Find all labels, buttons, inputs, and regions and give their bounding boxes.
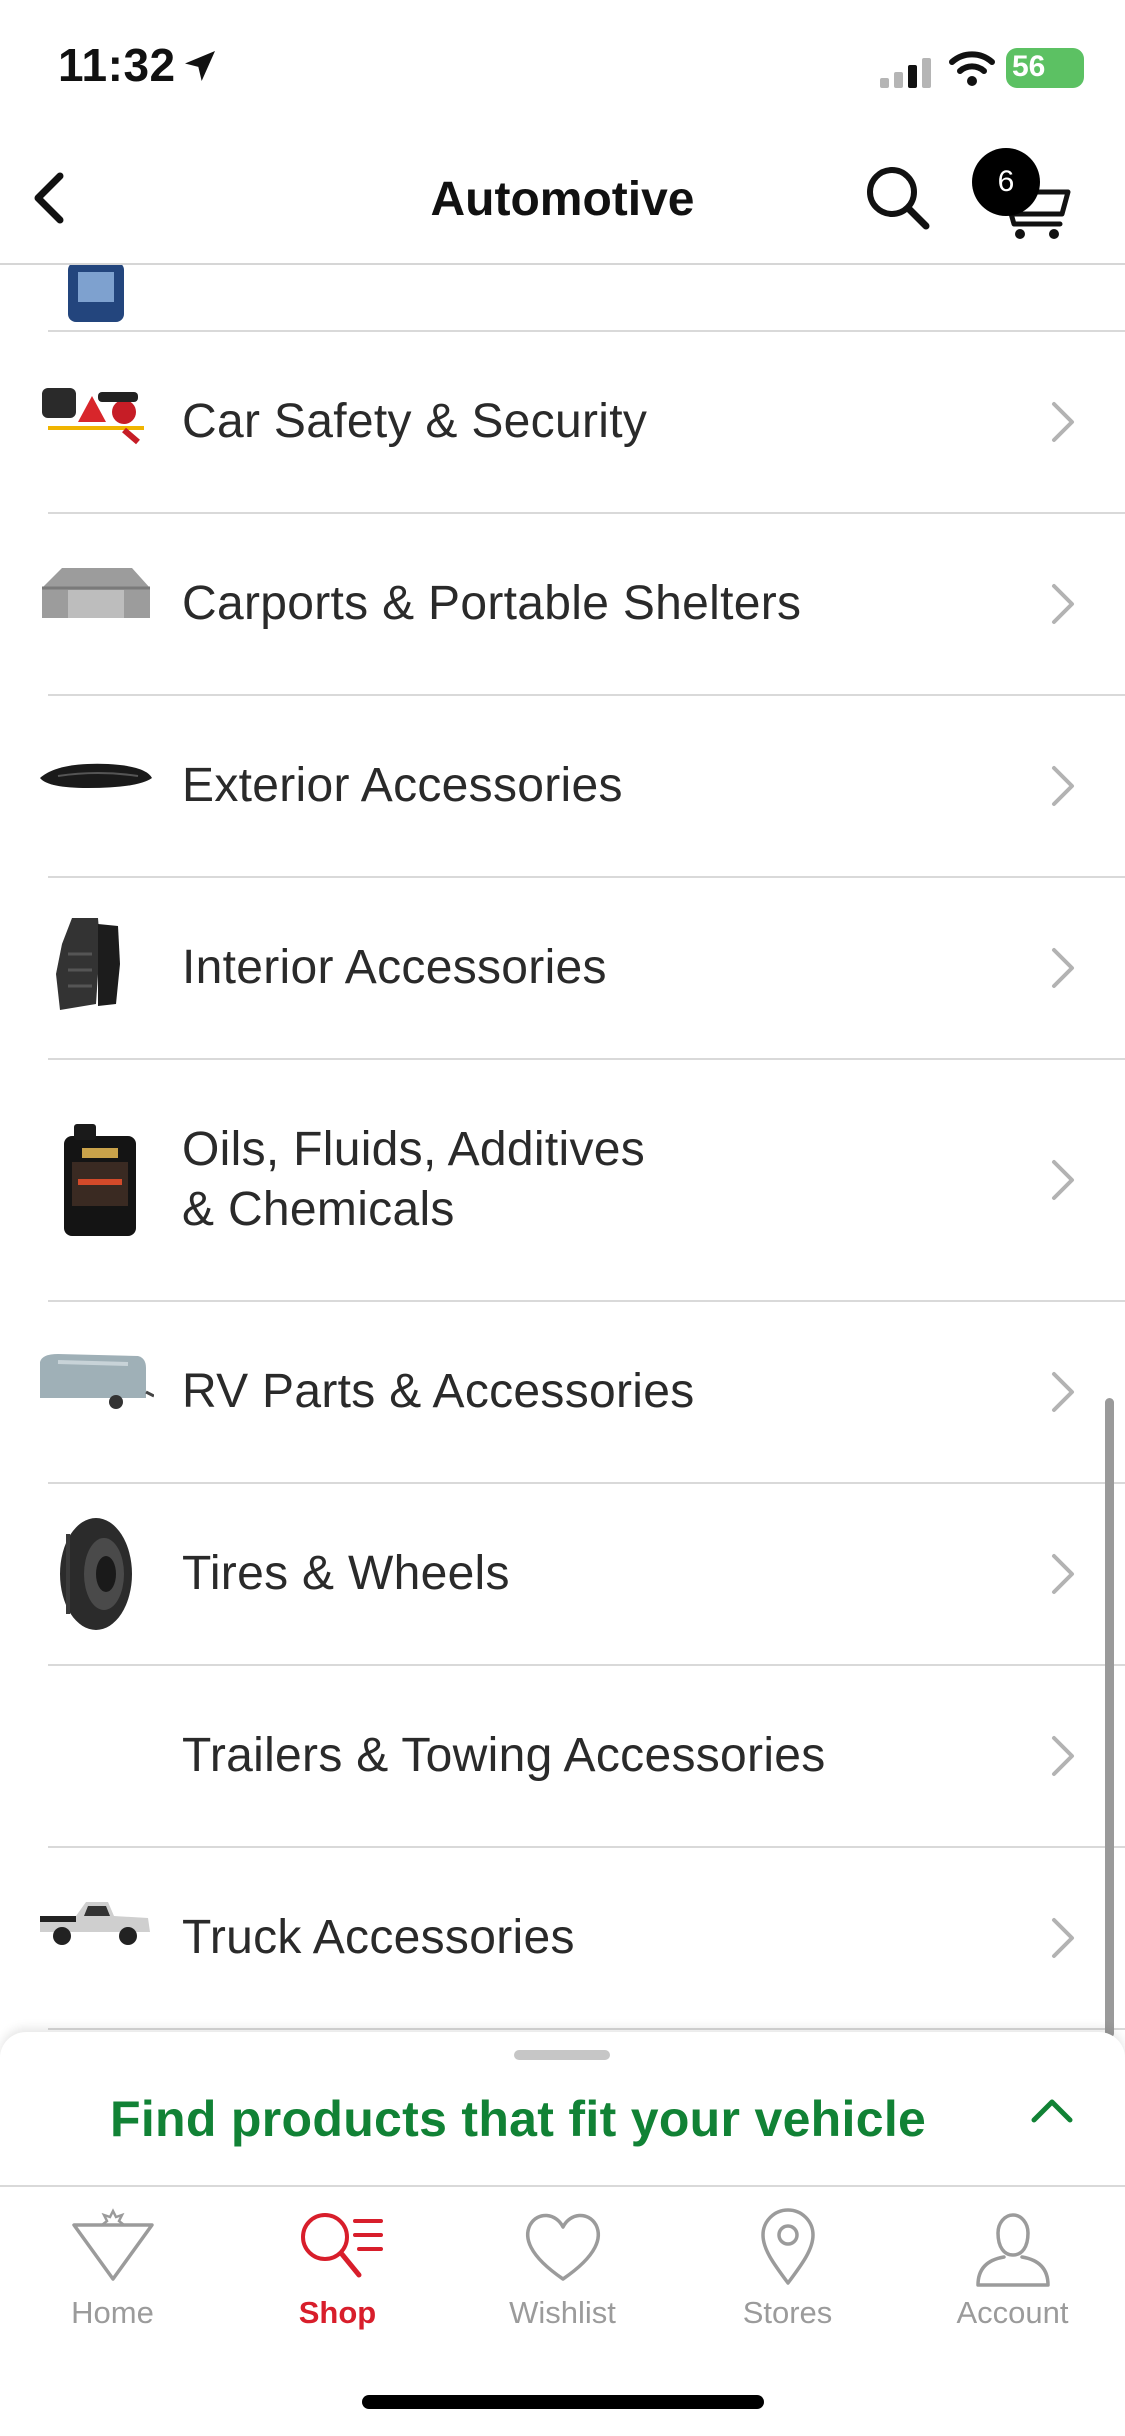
cart-count-badge: 6 <box>972 148 1040 216</box>
list-item-truck[interactable]: Truck Accessories <box>0 1848 1125 2030</box>
list-item-label: RV Parts & Accessories <box>182 1365 695 1418</box>
list-item-interior[interactable]: Interior Accessories <box>0 878 1125 1060</box>
home-indicator <box>362 2395 764 2409</box>
list-item-label: Truck Accessories <box>182 1911 575 1964</box>
chevron-right-icon <box>1052 1918 1074 1958</box>
drag-handle[interactable] <box>514 2050 610 2060</box>
heart-icon <box>525 2213 600 2281</box>
scroll-indicator[interactable] <box>1105 1398 1114 2038</box>
list-item-label: Exterior Accessories <box>182 759 623 812</box>
vehicle-finder-panel[interactable]: Find products that fit your vehicle <box>0 2032 1125 2187</box>
list-item-label: Carports & Portable Shelters <box>182 577 802 630</box>
chevron-right-icon <box>1052 948 1074 988</box>
tab-label: Account <box>956 2295 1069 2330</box>
search-button[interactable] <box>860 160 936 236</box>
list-item-tires[interactable]: Tires & Wheels <box>0 1484 1125 1666</box>
battery-level: 56 <box>1012 50 1046 83</box>
chevron-right-icon <box>1052 1372 1074 1412</box>
chevron-right-icon <box>1052 402 1074 442</box>
safety-kit-thumbnail <box>42 388 144 445</box>
list-item-oils[interactable]: Oils, Fluids, Additives & Chemicals <box>0 1060 1125 1302</box>
wifi-icon <box>949 51 995 86</box>
nav-header: Automotive 6 <box>0 132 1125 265</box>
floor-mat-thumbnail <box>56 918 120 1010</box>
page-title: Automotive <box>430 173 695 226</box>
tab-home[interactable]: Home <box>0 2207 225 2337</box>
list-item-label: Tires & Wheels <box>182 1547 510 1600</box>
list-item-label: Trailers & Towing Accessories <box>182 1729 826 1782</box>
category-list: Car Safety & Security Carports & Portabl… <box>0 132 1125 2032</box>
list-item-exterior[interactable]: Exterior Accessories <box>0 696 1125 878</box>
tab-shop[interactable]: Shop <box>225 2207 450 2337</box>
list-item-label: Interior Accessories <box>182 941 607 994</box>
roof-box-thumbnail <box>40 763 152 788</box>
carport-thumbnail <box>42 568 150 618</box>
list-item-label: Car Safety & Security <box>182 395 648 448</box>
tab-label: Wishlist <box>509 2295 616 2330</box>
home-icon <box>71 2208 154 2281</box>
chevron-right-icon <box>1052 1160 1074 1200</box>
chevron-right-icon <box>1052 1554 1074 1594</box>
cellular-signal-icon <box>880 58 931 88</box>
list-item-trailers[interactable]: Trailers & Towing Accessories <box>0 1666 1125 1848</box>
list-item-car-safety[interactable]: Car Safety & Security <box>0 332 1125 514</box>
vehicle-finder-text: Find products that fit your vehicle <box>110 2091 927 2147</box>
location-arrow-icon <box>185 51 215 81</box>
list-item-label-line2: & Chemicals <box>182 1183 455 1236</box>
oil-jug-thumbnail <box>64 1124 136 1236</box>
list-item-label: Oils, Fluids, Additives <box>182 1123 646 1176</box>
person-icon <box>975 2213 1050 2287</box>
status-bar: 11:32 56 <box>0 0 1125 132</box>
chevron-right-icon <box>1052 1736 1074 1776</box>
chevron-up-icon[interactable] <box>1030 2096 1074 2126</box>
chevron-right-icon <box>1052 584 1074 624</box>
rv-cover-thumbnail <box>40 1354 154 1409</box>
status-time: 11:32 <box>58 39 176 91</box>
divider <box>48 2028 1125 2030</box>
tab-account[interactable]: Account <box>900 2207 1125 2337</box>
list-item-carports[interactable]: Carports & Portable Shelters <box>0 514 1125 696</box>
location-pin-icon <box>760 2208 815 2285</box>
pickup-truck-thumbnail <box>40 1902 150 1945</box>
tab-label: Home <box>71 2295 154 2330</box>
list-item-rv[interactable]: RV Parts & Accessories <box>0 1302 1125 1484</box>
tab-wishlist[interactable]: Wishlist <box>450 2207 675 2337</box>
shop-search-icon <box>300 2213 383 2278</box>
tab-label: Shop <box>298 2295 377 2330</box>
tab-label: Stores <box>742 2295 833 2330</box>
tab-stores[interactable]: Stores <box>675 2207 900 2337</box>
tire-thumbnail <box>60 1518 132 1630</box>
chevron-right-icon <box>1052 766 1074 806</box>
